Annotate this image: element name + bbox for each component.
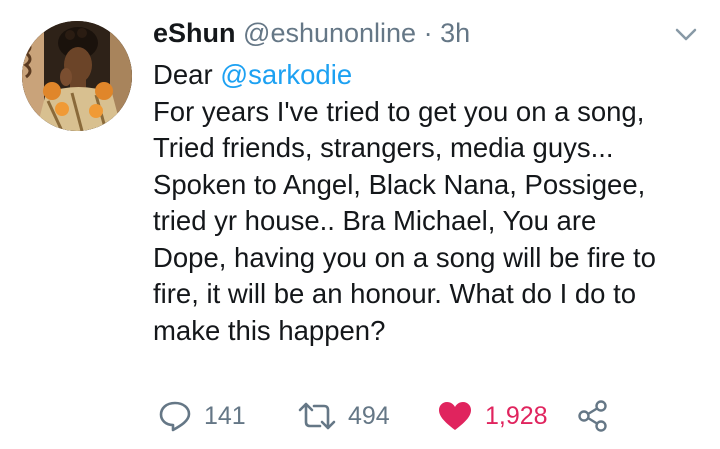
share-button[interactable] bbox=[576, 396, 610, 436]
retweet-button[interactable]: 494 bbox=[298, 396, 390, 436]
tweet-actions: 141 494 1,928 bbox=[0, 396, 720, 436]
tweet-text-line: fire, it will be an honour. What do I do… bbox=[153, 278, 637, 309]
retweet-icon bbox=[298, 401, 336, 431]
heart-icon bbox=[437, 400, 473, 432]
tweet-text-line: Tried friends, strangers, media guys... bbox=[153, 132, 614, 163]
timestamp[interactable]: 3h bbox=[440, 18, 470, 48]
retweet-count: 494 bbox=[348, 401, 390, 430]
user-handle[interactable]: @eshunonline bbox=[243, 18, 416, 48]
tweet-text-line: make this happen? bbox=[153, 314, 386, 346]
tweet-header: eShun @eshunonline · 3h bbox=[153, 14, 470, 52]
reply-button[interactable]: 141 bbox=[158, 396, 246, 436]
tweet-text-line: Dope, having you on a song will be fire … bbox=[153, 241, 656, 273]
like-button[interactable]: 1,928 bbox=[437, 396, 548, 436]
reply-icon bbox=[158, 400, 192, 432]
like-count: 1,928 bbox=[485, 401, 548, 430]
display-name[interactable]: eShun bbox=[153, 18, 236, 48]
share-icon bbox=[576, 399, 610, 433]
tweet-text-line: tried yr house.. Bra Michael, You are bbox=[153, 205, 597, 236]
avatar[interactable] bbox=[22, 21, 132, 131]
avatar-image bbox=[22, 21, 132, 131]
greeting-text: Dear bbox=[153, 59, 213, 90]
tweet[interactable]: eShun @eshunonline · 3h Dear @sarkodie F… bbox=[0, 0, 720, 449]
tweet-text-line: Spoken to Angel, Black Nana, Possigee, bbox=[153, 168, 646, 200]
mention-link[interactable]: @sarkodie bbox=[220, 59, 352, 90]
tweet-text: Dear @sarkodie For years I've tried to g… bbox=[153, 57, 713, 349]
reply-count: 141 bbox=[204, 401, 246, 430]
separator-dot: · bbox=[423, 18, 433, 48]
tweet-text-line: For years I've tried to get you on a son… bbox=[153, 95, 645, 127]
chevron-down-icon[interactable] bbox=[674, 27, 698, 43]
tweet-text-line-greeting: Dear @sarkodie bbox=[153, 57, 713, 94]
